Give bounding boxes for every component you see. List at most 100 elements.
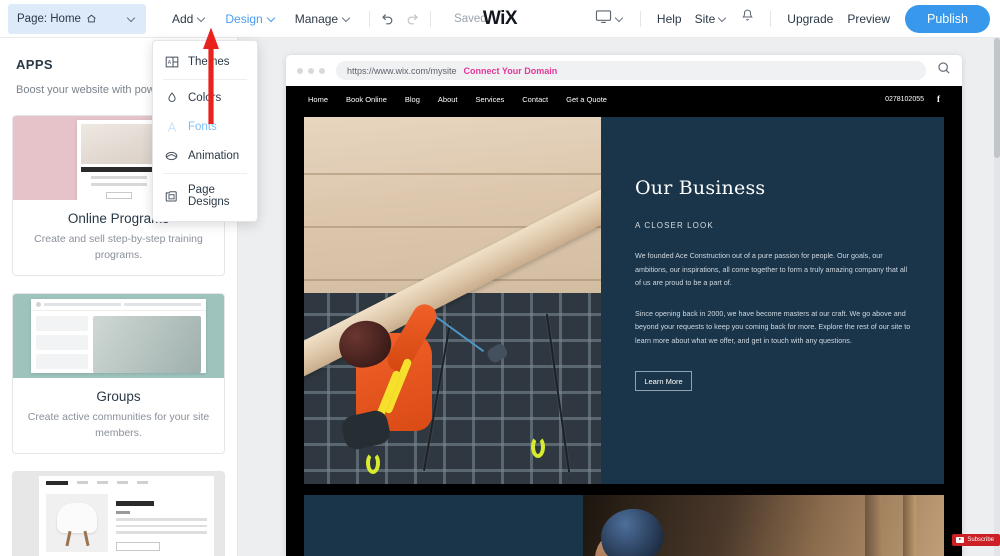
- site-nav-right: 0278102055 f: [885, 94, 940, 104]
- themes-icon: A: [164, 54, 179, 69]
- svg-text:A: A: [167, 59, 171, 65]
- page-selector[interactable]: Page: Home: [8, 3, 146, 34]
- youtube-subscribe-label: Subscribe: [967, 537, 994, 543]
- app-thumbnail: [13, 294, 224, 378]
- learn-more-button[interactable]: Learn More: [635, 371, 692, 391]
- divider: [430, 10, 432, 27]
- design-menu-label: Page Designs: [188, 184, 230, 208]
- browser-chrome: https://www.wix.com/mysite Connect Your …: [286, 55, 962, 86]
- maximize-dot-icon: [319, 67, 325, 74]
- hero-heading: Our Business: [635, 177, 766, 199]
- lower-section-panel: [304, 495, 583, 556]
- close-dot-icon: [297, 67, 303, 74]
- app-card-description: Create and sell step-by-step training pr…: [34, 233, 203, 261]
- animation-icon: [164, 148, 179, 163]
- notifications-button[interactable]: [734, 4, 761, 33]
- thumbnail-preview-card: [31, 299, 206, 373]
- minimize-dot-icon: [308, 67, 314, 74]
- site-url: https://www.wix.com/mysite: [347, 65, 457, 76]
- hero-text-block: Our Business A CLOSER LOOK We founded Ac…: [601, 117, 944, 484]
- nav-link-home[interactable]: Home: [308, 95, 328, 104]
- publish-button[interactable]: Publish: [905, 4, 990, 33]
- app-card-description: Create active communities for your site …: [27, 411, 210, 439]
- chevron-down-icon: [616, 14, 625, 23]
- menu-add-label: Add: [172, 11, 194, 26]
- top-bar-right-group: Help Site Upgrade Preview Publish: [589, 4, 1000, 33]
- safety-hook: [366, 452, 380, 474]
- editor-menus: Add Design Manage: [164, 7, 360, 31]
- menu-manage[interactable]: Manage: [287, 7, 360, 31]
- app-thumbnail: [13, 472, 224, 556]
- nav-link-blog[interactable]: Blog: [405, 95, 420, 104]
- facebook-icon[interactable]: f: [937, 94, 940, 104]
- browser-window-dots: [297, 67, 325, 74]
- lower-section: [304, 495, 944, 556]
- menu-manage-label: Manage: [294, 11, 339, 26]
- thumbnail-preview-card: [76, 120, 161, 200]
- app-card-online-store[interactable]: Online Store Sell your products or find …: [12, 471, 225, 556]
- design-menu-item-animation[interactable]: Animation: [153, 141, 257, 170]
- divider: [770, 10, 772, 27]
- viewport-switcher[interactable]: [589, 5, 631, 33]
- editor-top-bar: Page: Home Add Design Manage Saved WiX H…: [0, 0, 1000, 38]
- font-a-icon: [164, 119, 179, 134]
- annotation-arrow-icon: [202, 26, 220, 129]
- hero-image-construction-worker: [304, 117, 601, 484]
- color-drop-icon: [164, 90, 179, 105]
- help-button[interactable]: Help: [650, 8, 689, 30]
- nav-link-book-online[interactable]: Book Online: [346, 95, 387, 104]
- hero-section: Our Business A CLOSER LOOK We founded Ac…: [304, 117, 944, 484]
- bell-icon: [740, 8, 755, 29]
- site-menu[interactable]: Site: [689, 8, 735, 30]
- chevron-down-icon: [268, 14, 277, 23]
- nav-link-services[interactable]: Services: [476, 95, 505, 104]
- app-card-groups[interactable]: Groups Create active communities for you…: [12, 293, 225, 454]
- site-preview-browser: https://www.wix.com/mysite Connect Your …: [286, 55, 962, 556]
- divider: [369, 10, 371, 27]
- app-card-title: Groups: [96, 389, 141, 404]
- hero-paragraph-1: We founded Ace Construction out of a pur…: [635, 251, 908, 287]
- home-icon: [86, 13, 97, 24]
- search-icon[interactable]: [937, 61, 951, 80]
- undo-redo-group: [379, 11, 421, 27]
- design-menu-item-page-designs[interactable]: Page Designs: [153, 177, 257, 215]
- redo-icon[interactable]: [405, 11, 421, 27]
- divider: [639, 10, 641, 27]
- preview-button[interactable]: Preview: [840, 8, 897, 30]
- chevron-down-icon: [198, 14, 207, 23]
- scrollbar-thumb[interactable]: [994, 38, 1000, 158]
- chevron-down-icon: [719, 14, 728, 23]
- menu-design[interactable]: Design: [217, 7, 284, 31]
- divider: [163, 173, 247, 174]
- youtube-subscribe-button[interactable]: Subscribe: [952, 534, 1000, 546]
- worker-figure: [334, 295, 510, 452]
- nav-link-about[interactable]: About: [438, 95, 458, 104]
- site-navigation: Home Book Online Blog About Services Con…: [286, 86, 962, 112]
- upgrade-button[interactable]: Upgrade: [780, 8, 840, 30]
- hero-paragraph-2: Since opening back in 2000, we have beco…: [635, 308, 911, 345]
- nav-link-contact[interactable]: Contact: [522, 95, 548, 104]
- site-menu-label: Site: [694, 11, 716, 26]
- site-phone-number: 0278102055: [885, 95, 924, 103]
- design-menu-label: Animation: [188, 149, 240, 162]
- wix-logo: WiX: [482, 7, 518, 29]
- address-bar[interactable]: https://www.wix.com/mysite Connect Your …: [336, 61, 926, 80]
- stage-scrollbar[interactable]: [994, 38, 1000, 556]
- editor-stage: https://www.wix.com/mysite Connect Your …: [238, 38, 1000, 556]
- lower-section-image: [583, 495, 944, 556]
- chevron-down-icon: [343, 14, 352, 23]
- youtube-icon: [956, 537, 965, 543]
- hero-subheading: A CLOSER LOOK: [635, 221, 714, 230]
- menu-design-label: Design: [225, 11, 263, 26]
- nav-link-get-a-quote[interactable]: Get a Quote: [566, 95, 607, 104]
- page-designs-icon: [164, 189, 179, 204]
- site-canvas: Home Book Online Blog About Services Con…: [286, 86, 962, 556]
- thumbnail-preview-card: [39, 476, 214, 556]
- connect-domain-link[interactable]: Connect Your Domain: [464, 66, 558, 76]
- safety-hook: [531, 436, 545, 458]
- page-selector-label: Page: Home: [17, 12, 81, 25]
- desktop-monitor-icon: [595, 9, 612, 29]
- chevron-down-icon: [128, 14, 137, 23]
- undo-icon[interactable]: [379, 11, 395, 27]
- save-status: Saved: [454, 12, 487, 25]
